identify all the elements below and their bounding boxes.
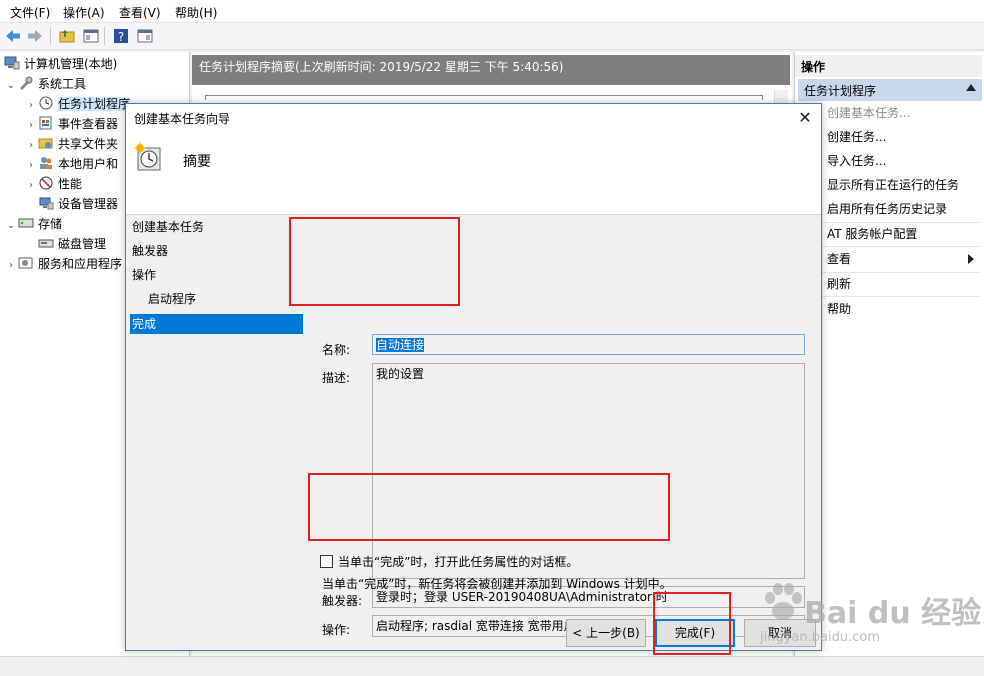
- dialog-title: 创建基本任务向导: [134, 112, 231, 126]
- summary-header: 任务计划程序摘要(上次刷新时间: 2019/5/22 星期三 下午 5:40:5…: [192, 55, 790, 85]
- wizard-step-create-basic-task[interactable]: 创建基本任务: [130, 217, 303, 237]
- tree-item-performance[interactable]: › 性能: [24, 174, 82, 194]
- tools-icon: [18, 76, 34, 90]
- forward-arrow-icon[interactable]: [26, 27, 44, 45]
- dialog-title-bar[interactable]: 创建基本任务向导 ✕: [126, 104, 821, 132]
- name-value: 自动连接: [376, 338, 425, 352]
- action-show-running-tasks[interactable]: 显示所有正在运行的任务: [827, 174, 959, 196]
- help-icon[interactable]: ?: [112, 27, 130, 45]
- action-pane-icon[interactable]: [136, 27, 154, 45]
- menu-bar: 文件(F) 操作(A) 查看(V) 帮助(H): [0, 0, 984, 23]
- device-manager-icon: [38, 196, 54, 210]
- toolbar: ?: [0, 23, 984, 50]
- disk-icon: [38, 236, 54, 250]
- chevron-down-icon[interactable]: ⌄: [4, 216, 18, 236]
- tree-item-local-users[interactable]: › 本地用户和: [24, 154, 118, 174]
- clock-icon: [38, 96, 54, 110]
- action-create-task[interactable]: 创建任务...: [827, 126, 886, 148]
- trigger-value: 登录时；登录 USER-20190408UA\Administrator 时: [376, 590, 668, 604]
- actions-group-task-scheduler[interactable]: 任务计划程序: [798, 79, 982, 101]
- menu-action[interactable]: 操作(A): [63, 4, 105, 21]
- action-enable-history[interactable]: 启用所有任务历史记录: [827, 198, 947, 220]
- center-content-frame: [205, 95, 763, 100]
- action-view[interactable]: 查看: [827, 248, 851, 270]
- open-properties-checkbox[interactable]: [320, 555, 333, 568]
- chevron-right-icon[interactable]: ›: [24, 176, 38, 196]
- action-help[interactable]: 帮助: [827, 298, 851, 320]
- open-properties-label: 当单击“完成”时，打开此任务属性的对话框。: [338, 555, 579, 569]
- wizard-step-finish[interactable]: 完成: [130, 314, 303, 334]
- chevron-down-icon[interactable]: ⌄: [4, 76, 18, 96]
- svg-text:?: ?: [118, 30, 124, 44]
- tree-item-shared-folders[interactable]: › 共享文件夹: [24, 134, 118, 154]
- name-label: 名称:: [322, 343, 351, 357]
- task-wizard-clock-icon: [134, 142, 164, 172]
- trigger-label: 触发器:: [322, 594, 363, 608]
- back-button[interactable]: < 上一步(B): [566, 619, 646, 647]
- chevron-right-icon[interactable]: ›: [24, 96, 38, 116]
- chevron-right-icon[interactable]: ›: [24, 116, 38, 136]
- finish-button[interactable]: 完成(F): [655, 619, 735, 647]
- status-bar: [0, 656, 984, 676]
- action-import-task[interactable]: 导入任务...: [827, 150, 886, 172]
- console-tree-icon[interactable]: [82, 27, 100, 45]
- storage-icon: [18, 216, 34, 230]
- collapse-triangle-icon[interactable]: [966, 84, 976, 91]
- description-field[interactable]: 我的设置: [372, 363, 805, 579]
- shared-folder-icon: [38, 136, 54, 150]
- menu-help[interactable]: 帮助(H): [175, 4, 217, 21]
- description-label: 描述:: [322, 371, 351, 385]
- menu-file[interactable]: 文件(F): [10, 4, 50, 21]
- computer-management-icon: [4, 56, 20, 70]
- finish-info-text: 当单击“完成”时，新任务将会被创建并添加到 Windows 计划中。: [322, 577, 672, 591]
- performance-icon: [38, 176, 54, 190]
- chevron-right-icon[interactable]: ›: [4, 256, 18, 276]
- menu-view[interactable]: 查看(V): [119, 4, 161, 21]
- tree-item-task-scheduler[interactable]: › 任务计划程序: [24, 94, 131, 116]
- tree-item-services-apps[interactable]: › 服务和应用程序: [4, 254, 122, 274]
- folder-up-icon[interactable]: [58, 27, 76, 45]
- wizard-step-trigger[interactable]: 触发器: [130, 241, 303, 261]
- tree-item-system-tools[interactable]: ⌄ 系统工具: [4, 74, 86, 94]
- chevron-right-icon[interactable]: ›: [24, 136, 38, 156]
- actions-title: 操作: [795, 55, 982, 77]
- description-value: 我的设置: [376, 367, 425, 381]
- users-icon: [38, 156, 54, 170]
- tree-item-disk-management[interactable]: 磁盘管理: [38, 234, 106, 254]
- action-create-basic-task[interactable]: 创建基本任务...: [827, 102, 910, 124]
- wizard-step-action[interactable]: 操作: [130, 265, 303, 285]
- tree-item-event-viewer[interactable]: › 事件查看器: [24, 114, 118, 134]
- submenu-arrow-icon: [968, 254, 974, 264]
- back-arrow-icon[interactable]: [4, 27, 22, 45]
- cancel-button[interactable]: 取消: [744, 619, 816, 647]
- tree-item-device-manager[interactable]: 设备管理器: [38, 194, 118, 214]
- dialog-header-title: 摘要: [183, 154, 211, 170]
- chevron-right-icon[interactable]: ›: [24, 156, 38, 176]
- dialog-header: 摘要: [126, 132, 821, 214]
- action-refresh[interactable]: 刷新: [827, 273, 851, 295]
- name-field[interactable]: 自动连接: [372, 334, 805, 355]
- action-at-service-config[interactable]: AT 服务帐户配置: [827, 223, 917, 245]
- close-icon[interactable]: ✕: [793, 106, 817, 130]
- wizard-step-start-program[interactable]: 启动程序: [130, 289, 303, 309]
- create-basic-task-wizard-dialog: 创建基本任务向导 ✕ 摘要 创建基本任务 触发器 操作 启动程序 完成 名称: …: [125, 103, 822, 651]
- event-viewer-icon: [38, 116, 54, 130]
- tree-item-storage[interactable]: ⌄ 存储: [4, 214, 62, 234]
- action-label: 操作:: [322, 623, 351, 637]
- services-icon: [18, 256, 34, 270]
- tree-item-computer-management[interactable]: 计算机管理(本地): [4, 54, 117, 74]
- actions-group-label: 任务计划程序: [804, 84, 877, 98]
- actions-pane: [794, 52, 984, 656]
